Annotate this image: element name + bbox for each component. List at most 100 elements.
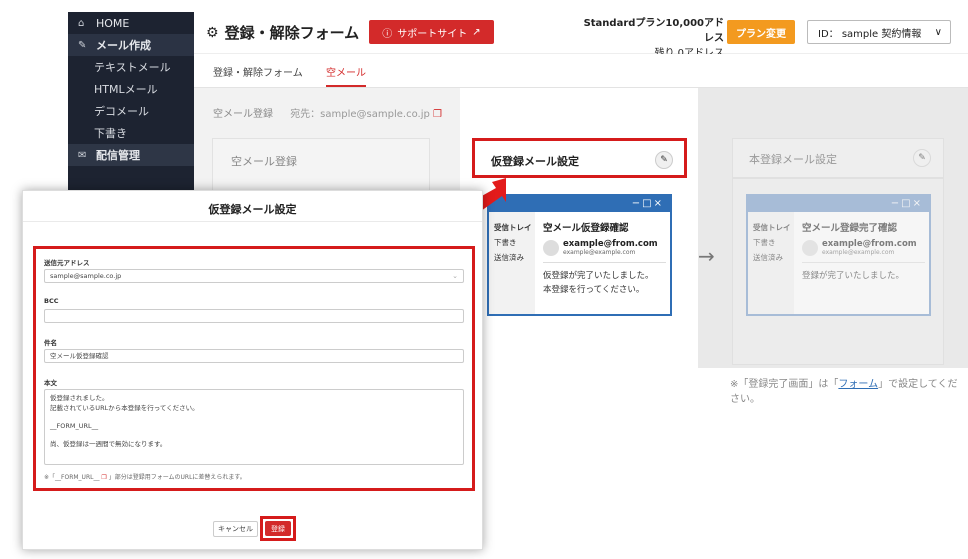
email-content: 空メール仮登録確認 example@from.com example@examp… [543,220,666,297]
sidebar-item-label: 下書き [94,127,127,140]
plan-name: Standardプラン10,000アドレス [583,18,724,44]
bcc-label: BCC [44,297,59,305]
subject-input[interactable]: 空メール仮登録確認 [44,349,464,363]
sidebar-item-label: HOME [96,16,130,30]
form-url-note: ※「__FORM_URL__ ❐ 」部分は登録用フォームのURLに差替えられます… [44,472,246,481]
body-line: 仮登録されました。 [50,394,109,402]
provisional-mail-settings-modal: 仮登録メール設定 送信元アドレス sample@sample.co.jp ⌄ B… [22,190,483,550]
from-address: example@from.com [822,239,917,249]
sidebar-item-label: HTMLメール [94,83,158,96]
note-prefix: ※「__FORM_URL__ [44,474,100,481]
copy-icon[interactable]: ❐ [101,474,106,481]
support-site-label: サポートサイト [397,28,468,40]
sidebar-item-label: テキストメール [94,61,171,74]
edit-icon[interactable]: ✎ [913,149,931,167]
email-body-line: 本登録を行ってください。 [543,285,645,295]
email-subject: 空メール仮登録確認 [543,223,629,234]
tab-form[interactable]: 登録・解除フォーム [213,64,303,79]
submit-button-highlight: 登録 [260,516,296,541]
sidebar-item-text-mail[interactable]: テキストメール [68,56,194,78]
copy-icon[interactable]: ❐ [433,109,442,120]
section-label: 空メール登録 宛先：sample@sample.co.jp ❐ [213,105,442,120]
body-textarea[interactable]: 仮登録されました。 記載されているURLから本登録を行ってください。 __FOR… [44,389,464,465]
edit-icon[interactable]: ✎ [655,151,673,169]
body-line: 記載されているURLから本登録を行ってください。 [50,404,199,412]
final-mail-title: 本登録メール設定 [749,153,837,166]
section-title: 空メール登録 [213,109,273,120]
external-link-icon: ↗ [472,26,481,38]
window-controls: −□× [489,196,670,212]
sidebar-item-html-mail[interactable]: HTMLメール [68,78,194,100]
completion-page-note: ※「登録完了画面」は「フォーム」で設定してください。 [730,377,960,407]
cancel-button[interactable]: キャンセル [213,521,258,537]
destination-address: 宛先：sample@sample.co.jp [290,109,430,120]
from-sub-address: example@example.com [822,249,895,256]
folder-sent: 送信済み [494,253,524,262]
final-mail-settings-card: 本登録メール設定 ✎ [732,138,944,178]
modal-title: 仮登録メール設定 [208,203,297,216]
app-root: ⌂ HOME ✎ メール作成 テキストメール HTMLメール デコメール 下書き… [0,0,968,559]
tab-empty-mail[interactable]: 空メール [326,64,366,87]
empty-mail-card-title: 空メール登録 [231,155,297,168]
plan-change-button[interactable]: プラン変更 [727,20,795,44]
bcc-input[interactable] [44,309,464,323]
header: ⚙ 登録・解除フォーム ⓘ サポートサイト ↗ Standardプラン10,00… [194,12,968,59]
folder-inbox: 受信トレイ [753,223,791,232]
email-body-line: 仮登録が完了いたしました。 [543,271,654,281]
mail-folder-list: 受信トレイ 下書き 送信済み [748,212,794,314]
email-body: 仮登録が完了いたしました。 本登録を行ってください。 [543,262,666,297]
gear-icon: ⚙ [206,24,219,41]
sender-address-select[interactable]: sample@sample.co.jp ⌄ [44,269,464,283]
from-address: example@from.com [563,239,658,249]
page-title-text: 登録・解除フォーム [224,24,360,42]
divider [23,221,482,222]
folder-drafts: 下書き [494,238,517,247]
window-controls: −□× [748,196,929,212]
chevron-down-icon: ⌄ [452,272,458,280]
mail-icon: ✉ [78,149,87,161]
provisional-mail-settings-card[interactable]: 仮登録メール設定 ✎ [472,138,687,178]
folder-drafts: 下書き [753,238,776,247]
from-sub-address: example@example.com [563,249,636,256]
page-title: ⚙ 登録・解除フォーム [206,22,359,43]
body-label: 本文 [44,379,57,387]
email-subject: 空メール登録完了確認 [802,223,898,234]
settings-form: 送信元アドレス sample@sample.co.jp ⌄ BCC 件名 空メー… [33,246,475,491]
avatar [543,239,559,256]
sender-address-label: 送信元アドレス [44,259,90,267]
sidebar-item-delivery[interactable]: ✉ 配信管理 [68,144,194,166]
question-icon: ⓘ [382,28,393,40]
sidebar-item-home[interactable]: ⌂ HOME [68,12,194,34]
sidebar-item-label: 配信管理 [96,149,140,162]
email-body: 登録が完了いたしました。 [802,262,925,283]
sidebar-item-deco-mail[interactable]: デコメール [68,100,194,122]
email-body-line: 登録が完了いたしました。 [802,271,905,281]
folder-inbox: 受信トレイ [494,223,532,232]
body-line: 尚、仮登録は一週間で無効になります。 [50,440,167,448]
account-dropdown[interactable]: ID： sample 契約情報 ∨ [807,20,951,44]
empty-mail-card: 空メール登録 [212,138,430,198]
support-site-button[interactable]: ⓘ サポートサイト ↗ [369,20,494,44]
main-left-panel: 空メール登録 宛先：sample@sample.co.jp ❐ 空メール登録 [194,88,460,198]
arrow-right-icon: → [698,244,715,268]
sidebar-item-mail-create[interactable]: ✎ メール作成 [68,34,194,56]
mail-folder-list: 受信トレイ 下書き 送信済み [489,212,535,314]
email-from: example@from.com example@example.com [802,239,925,256]
sidebar-item-drafts[interactable]: 下書き [68,122,194,144]
provisional-mail-title: 仮登録メール設定 [491,155,579,168]
note-prefix: ※「登録完了画面」は「 [730,379,839,390]
email-from: example@from.com example@example.com [543,239,666,256]
form-link[interactable]: フォーム [838,379,878,390]
sidebar: ⌂ HOME ✎ メール作成 テキストメール HTMLメール デコメール 下書き… [68,12,194,190]
home-icon: ⌂ [78,17,85,29]
account-label: ID： sample 契約情報 [818,28,922,40]
sidebar-item-label: デコメール [94,105,149,118]
tab-bar: 登録・解除フォーム 空メール [194,54,968,88]
provisional-email-preview: −□× 受信トレイ 下書き 送信済み 空メール仮登録確認 example@fro… [487,194,672,316]
note-suffix: 」部分は登録用フォームのURLに差替えられます。 [108,474,246,481]
final-email-preview: −□× 受信トレイ 下書き 送信済み 空メール登録完了確認 example@fr… [746,194,931,316]
submit-button[interactable]: 登録 [265,521,291,536]
avatar [802,239,818,256]
